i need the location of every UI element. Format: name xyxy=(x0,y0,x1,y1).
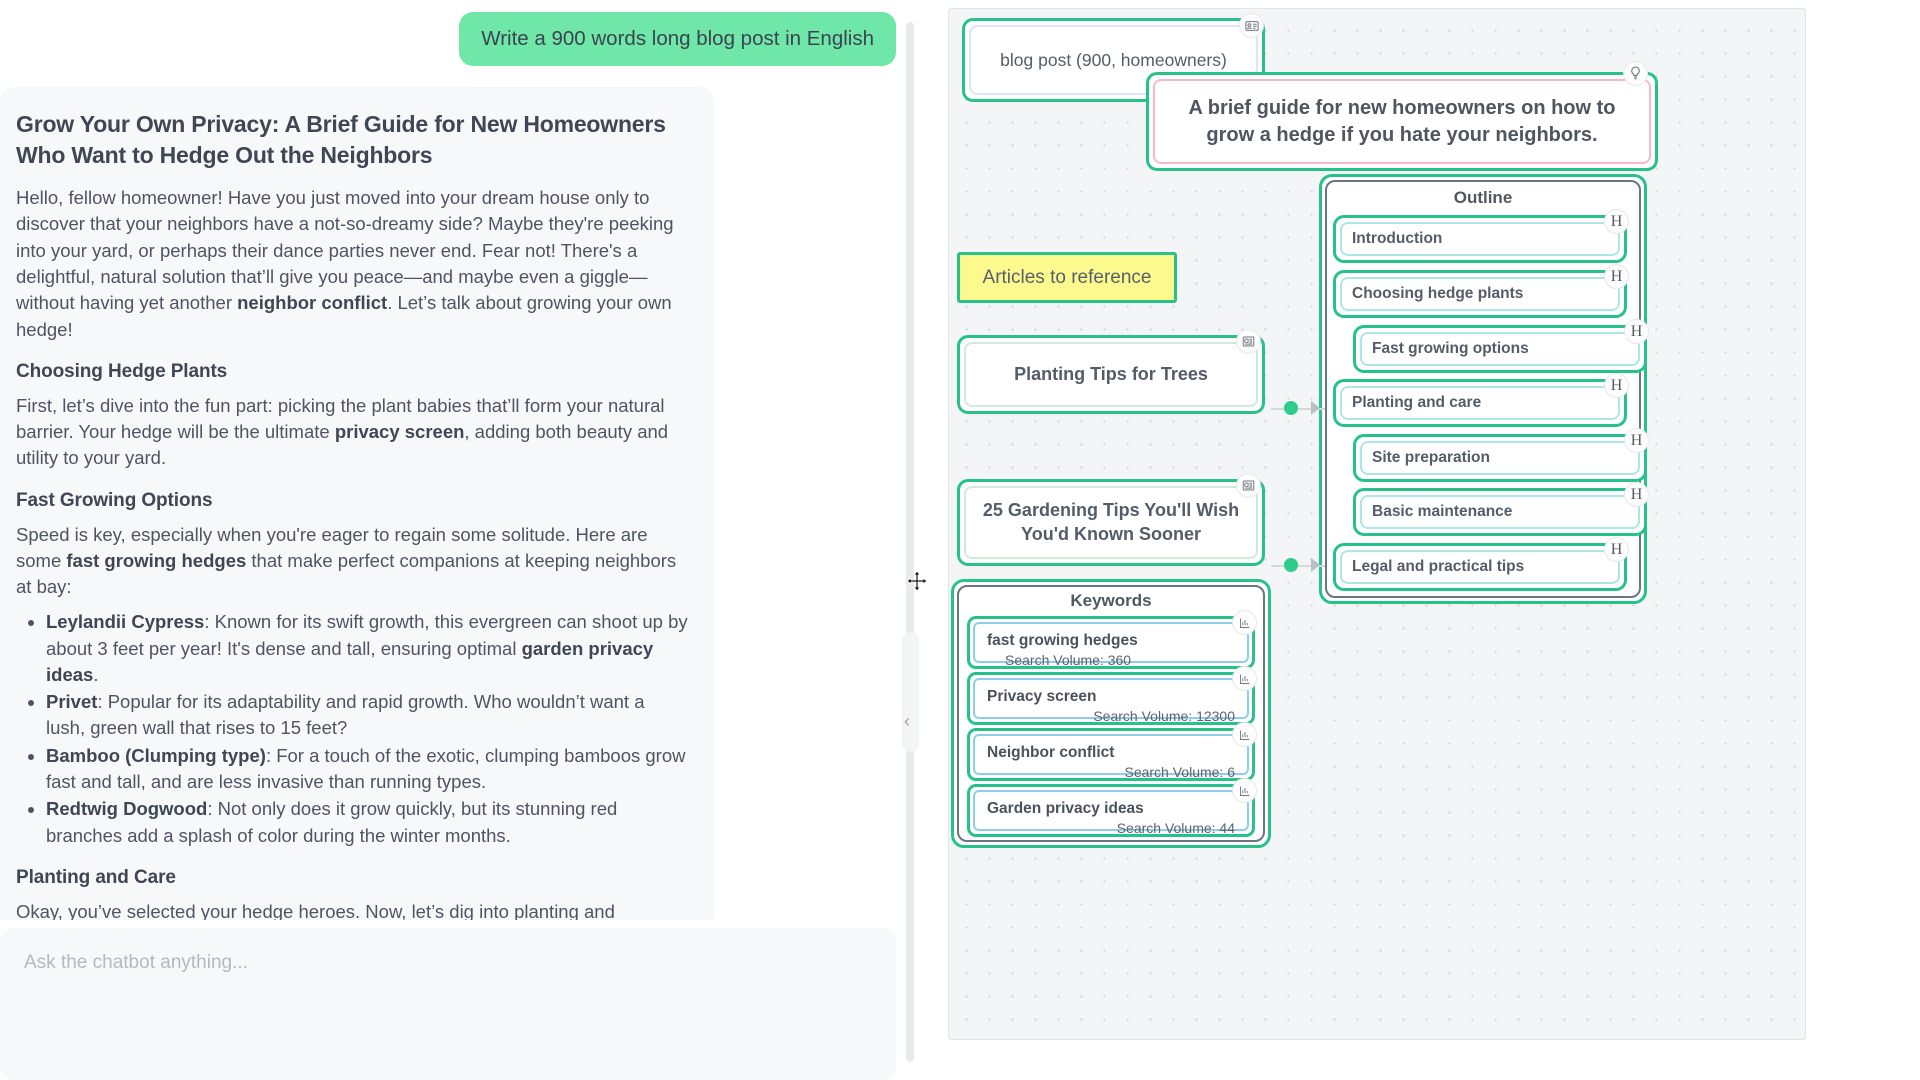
keywords-group-title: Keywords xyxy=(1070,591,1152,610)
panel-splitter[interactable]: ‹ xyxy=(902,22,919,1062)
plant-name: Redtwig Dogwood xyxy=(46,798,208,820)
keyword-volume: Search Volume: 12300 xyxy=(1093,708,1235,724)
choosing-bold-term: privacy screen xyxy=(334,421,465,443)
heading-badge[interactable]: H xyxy=(1604,373,1629,398)
keyword-card[interactable]: Garden privacy ideas Search Volume: 44 xyxy=(967,784,1255,837)
user-message-row: Write a 900 words long blog post in Engl… xyxy=(0,0,920,66)
outline-item-label: Legal and practical tips xyxy=(1352,558,1525,575)
keyword-card[interactable]: Neighbor conflict Search Volume: 6 xyxy=(967,728,1255,781)
plant-name: Bamboo (Clumping type) xyxy=(46,744,266,766)
heading-badge[interactable]: H xyxy=(1604,209,1629,234)
heading-choosing-hedge-plants: Choosing Hedge Plants xyxy=(16,360,228,382)
heading-badge[interactable]: H xyxy=(1624,428,1649,453)
articles-to-reference-sticky[interactable]: Articles to reference xyxy=(957,252,1177,303)
outline-item-planting-and-care[interactable]: Planting and care xyxy=(1333,379,1627,427)
brief-node-label: blog post (900, homeowners) xyxy=(1000,49,1227,70)
outline-item-label: Choosing hedge plants xyxy=(1352,285,1524,302)
mindmap-panel: blog post (900, homeowners) A brief guid… xyxy=(920,0,1920,1080)
plant-name: Leylandii Cypress xyxy=(46,611,205,633)
outline-item-legal-and-practical-tips[interactable]: Legal and practical tips xyxy=(1333,543,1627,591)
outline-item-label: Fast growing options xyxy=(1372,340,1529,357)
arrow-icon xyxy=(1311,558,1320,572)
article-intro-paragraph: Hello, fellow homeowner! Have you just m… xyxy=(16,185,688,343)
fast-bold-term: fast growing hedges xyxy=(66,549,247,571)
outline-item-choosing-hedge-plants[interactable]: Choosing hedge plants xyxy=(1333,270,1627,318)
plant-text-b: . xyxy=(93,663,99,685)
keyword-name: Privacy screen xyxy=(987,688,1097,705)
article-node-2[interactable]: 25 Gardening Tips You'll Wish You'd Know… xyxy=(957,479,1265,566)
chat-panel: Write a 900 words long blog post in Engl… xyxy=(0,0,920,1080)
connector-dot xyxy=(1284,558,1298,572)
plant-name: Privet xyxy=(46,691,98,713)
article-node-1[interactable]: Planting Tips for Trees xyxy=(957,335,1265,414)
keyword-volume: Search Volume: 360 xyxy=(1005,652,1132,668)
planting-paragraph: Okay, you’ve selected your hedge heroes.… xyxy=(16,900,615,920)
keyword-name: fast growing hedges xyxy=(987,632,1138,649)
heading-badge[interactable]: H xyxy=(1624,482,1649,507)
bar-chart-icon[interactable] xyxy=(1232,778,1257,803)
intro-bold-term: neighbor conflict xyxy=(237,292,388,314)
composer-area: Ask the chatbot anything... xyxy=(0,920,920,1080)
brief-card-icon[interactable] xyxy=(1239,13,1264,38)
chat-message-list[interactable]: Write a 900 words long blog post in Engl… xyxy=(0,0,920,920)
fast-paragraph: Speed is key, especially when you're eag… xyxy=(16,522,688,601)
keyword-name: Garden privacy ideas xyxy=(987,800,1144,817)
heading-fast-growing-options: Fast Growing Options xyxy=(16,489,213,511)
list-item: Redtwig Dogwood: Not only does it grow q… xyxy=(46,796,688,849)
keyword-volume: Search Volume: 44 xyxy=(1116,820,1235,836)
assistant-response-card: Grow Your Own Privacy: A Brief Guide for… xyxy=(0,86,714,920)
plant-text-a: : Popular for its adaptability and rapid… xyxy=(46,691,645,739)
article-node-2-label: 25 Gardening Tips You'll Wish You'd Know… xyxy=(982,499,1240,544)
keyword-volume: Search Volume: 6 xyxy=(1124,764,1235,780)
chevron-left-icon[interactable]: ‹ xyxy=(904,712,910,730)
heading-badge[interactable]: H xyxy=(1604,537,1629,562)
outline-item-basic-maintenance[interactable]: Basic maintenance xyxy=(1353,488,1647,536)
outline-item-introduction[interactable]: Introduction xyxy=(1333,215,1627,263)
user-message-bubble: Write a 900 words long blog post in Engl… xyxy=(459,12,896,66)
list-item: Privet: Popular for its adaptability and… xyxy=(46,689,688,742)
arrow-icon xyxy=(1311,401,1320,415)
outline-item-label: Site preparation xyxy=(1372,449,1490,466)
lightbulb-icon[interactable] xyxy=(1623,61,1648,86)
outline-item-label: Introduction xyxy=(1352,230,1443,247)
bar-chart-icon[interactable] xyxy=(1232,666,1257,691)
keyword-card[interactable]: Privacy screen Search Volume: 12300 xyxy=(967,672,1255,725)
choosing-paragraph: First, let’s dive into the fun part: pic… xyxy=(16,393,688,472)
chat-input-placeholder: Ask the chatbot anything... xyxy=(24,952,248,973)
mindmap-canvas[interactable]: blog post (900, homeowners) A brief guid… xyxy=(948,8,1806,1040)
splitter-track xyxy=(906,22,914,1062)
keyword-card[interactable]: fast growing hedges Search Volume: 360 xyxy=(967,616,1255,669)
splitter-handle[interactable] xyxy=(902,632,919,752)
list-item: Bamboo (Clumping type): For a touch of t… xyxy=(46,743,688,796)
outline-item-site-preparation[interactable]: Site preparation xyxy=(1353,434,1647,482)
chat-input[interactable]: Ask the chatbot anything... xyxy=(0,928,896,1080)
plant-list: Leylandii Cypress: Known for its swift g… xyxy=(16,609,688,848)
article-icon[interactable] xyxy=(1236,473,1261,498)
outline-item-label: Planting and care xyxy=(1352,394,1482,411)
bar-chart-icon[interactable] xyxy=(1232,610,1257,635)
heading-planting-and-care: Planting and Care xyxy=(16,866,176,888)
app-root: Write a 900 words long blog post in Engl… xyxy=(0,0,1920,1080)
heading-badge[interactable]: H xyxy=(1604,264,1629,289)
heading-badge[interactable]: H xyxy=(1624,319,1649,344)
outline-group-title: Outline xyxy=(1453,188,1513,207)
list-item: Leylandii Cypress: Known for its swift g… xyxy=(46,609,688,688)
article-title: Grow Your Own Privacy: A Brief Guide for… xyxy=(16,110,666,168)
bar-chart-icon[interactable] xyxy=(1232,722,1257,747)
sticky-label: Articles to reference xyxy=(982,266,1152,288)
article-icon[interactable] xyxy=(1236,329,1261,354)
description-node-label: A brief guide for new homeowners on how … xyxy=(1188,96,1616,146)
description-node[interactable]: A brief guide for new homeowners on how … xyxy=(1146,72,1658,171)
article-node-1-label: Planting Tips for Trees xyxy=(1014,364,1208,384)
keyword-name: Neighbor conflict xyxy=(987,744,1115,761)
move-cursor-icon xyxy=(906,570,928,592)
connector-dot xyxy=(1284,401,1298,415)
outline-item-label: Basic maintenance xyxy=(1372,503,1513,520)
outline-item-fast-growing-options[interactable]: Fast growing options xyxy=(1353,325,1647,373)
